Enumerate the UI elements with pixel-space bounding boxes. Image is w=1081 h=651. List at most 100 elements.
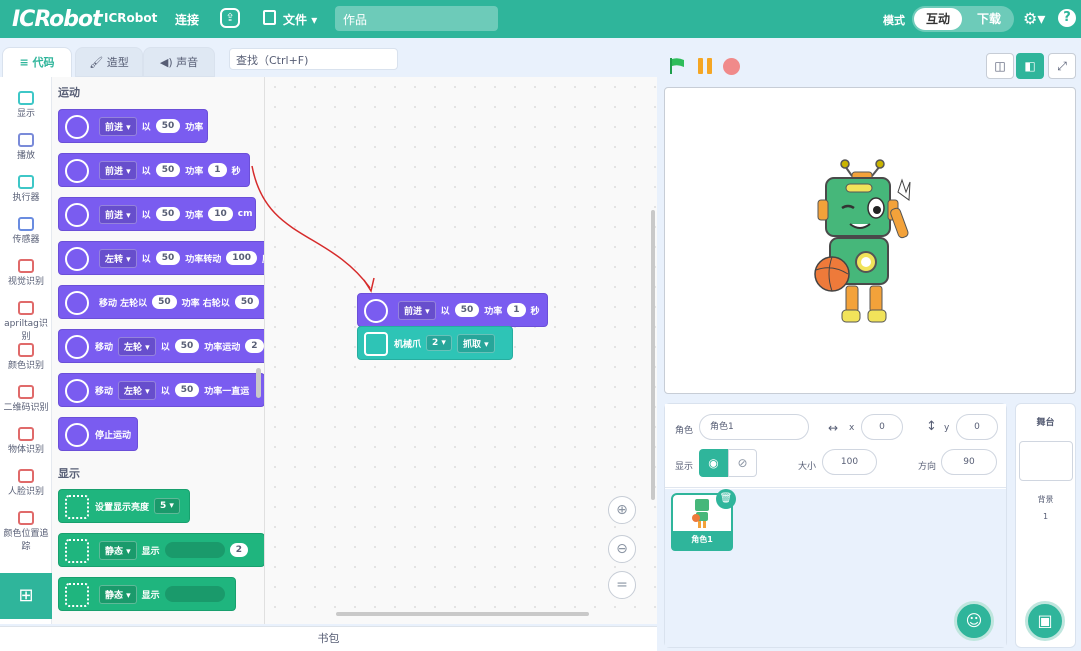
add-extension-button[interactable]: ⊞ (0, 573, 52, 619)
brightness-dropdown[interactable]: 5 ▾ (154, 498, 180, 514)
time-input[interactable]: 1 (507, 303, 526, 317)
time-input[interactable]: 1 (208, 163, 227, 177)
block-move-wheel-run[interactable]: 移动 左轮 ▾ 以 50 功率运动 2 (58, 329, 264, 363)
zoom-in-icon[interactable]: ⊕ (608, 496, 636, 524)
power-input[interactable]: 50 (155, 207, 181, 221)
power-input[interactable]: 50 (174, 383, 200, 397)
block-text: 移动 (95, 342, 114, 353)
mode-download-button[interactable]: 下载 (966, 8, 1012, 30)
x-input[interactable]: 0 (861, 414, 903, 440)
tab-sound[interactable]: ◀) 声音 (143, 47, 215, 77)
fullscreen-icon[interactable]: ⤢ (1048, 53, 1076, 79)
pattern-dropdown[interactable] (164, 586, 225, 602)
search-input[interactable]: 查找（Ctrl+F) (229, 48, 398, 70)
settings-gear-icon[interactable]: ⚙▾ (1023, 9, 1045, 28)
backdrop-label: 背景 (1037, 495, 1054, 504)
file-menu[interactable]: 文件 ▾ (283, 11, 317, 28)
category-color-track[interactable]: 颜色位置追踪 (0, 511, 51, 552)
stage[interactable] (664, 87, 1076, 394)
tab-costume[interactable]: 🖌 造型 (75, 47, 143, 77)
wheel-dropdown[interactable]: 左轮 ▾ (118, 380, 156, 400)
pause-icon[interactable] (697, 58, 713, 74)
category-object[interactable]: 物体识别 (0, 427, 51, 455)
distance-input[interactable]: 10 (208, 207, 233, 221)
direction-dropdown[interactable]: 前进 ▾ (99, 160, 137, 180)
show-eye-icon[interactable]: ◉ (699, 449, 728, 477)
palette-scrollbar[interactable] (256, 368, 261, 398)
robot-sprite[interactable] (810, 152, 920, 332)
workspace-block-move[interactable]: 前进 ▾ 以 50 功率 1 秒 (357, 293, 548, 327)
block-text: 功率运动 (204, 342, 241, 353)
hide-eye-icon[interactable]: ⊘ (728, 449, 757, 477)
delete-sprite-icon[interactable]: 🗑 (716, 489, 736, 509)
category-vision[interactable]: 视觉识别 (0, 259, 51, 287)
power-input[interactable]: 50 (174, 339, 200, 353)
workspace-h-scrollbar[interactable] (336, 612, 589, 616)
add-sprite-icon[interactable]: ☺ (954, 601, 994, 641)
block-text: 停止运动 (95, 430, 132, 441)
stop-icon[interactable] (723, 58, 740, 75)
block-move-forward-seconds[interactable]: 前进 ▾ 以 50 功率 1 秒 (58, 153, 250, 187)
value-input[interactable]: 2 (229, 543, 248, 557)
connect-menu[interactable]: 连接 (175, 11, 199, 28)
wheel-dropdown[interactable]: 左轮 ▾ (118, 336, 156, 356)
robot-icon (18, 217, 34, 231)
small-stage-icon[interactable]: ◫ (986, 53, 1014, 79)
block-move-wheel-forever[interactable]: 移动 左轮 ▾ 以 50 功率一直运 (58, 373, 264, 407)
add-backdrop-icon[interactable]: ▣ (1025, 601, 1065, 641)
direction-dropdown[interactable]: 前进 ▾ (99, 204, 137, 224)
brand-menu[interactable]: ICRobot (104, 11, 157, 25)
workspace-v-scrollbar[interactable] (651, 210, 655, 500)
block-set-brightness[interactable]: 设置显示亮度 5 ▾ (58, 489, 190, 523)
block-move-forward[interactable]: 前进 ▾ 以 50 功率 (58, 109, 208, 143)
workspace-block-claw[interactable]: 机械爪 2 ▾ 抓取 ▾ (357, 326, 513, 360)
zoom-reset-icon[interactable]: = (608, 571, 636, 599)
mode-dropdown[interactable]: 静态 ▾ (99, 540, 137, 560)
block-display-static[interactable]: 静态 ▾ 显示 2 (58, 533, 264, 567)
block-text: 功率 右轮以 (181, 298, 230, 309)
upload-icon[interactable]: ⇪ (220, 8, 240, 28)
backdrop-thumbnail[interactable] (1019, 441, 1073, 481)
category-sensor[interactable]: 传感器 (0, 217, 51, 245)
power-input[interactable]: 50 (155, 251, 181, 265)
backpack[interactable]: 书包 (0, 626, 657, 651)
duration-input[interactable]: 2 (245, 339, 264, 353)
mode-dropdown[interactable]: 静态 ▾ (99, 584, 137, 604)
power-input[interactable]: 50 (155, 119, 181, 133)
category-play[interactable]: 播放 (0, 133, 51, 161)
block-stop[interactable]: 停止运动 (58, 417, 138, 451)
tab-code[interactable]: ≡ 代码 (2, 47, 72, 77)
category-actuator[interactable]: 执行器 (0, 175, 51, 203)
block-turn[interactable]: 左转 ▾ 以 50 功率转动 100 度 (58, 241, 264, 275)
y-input[interactable]: 0 (956, 414, 998, 440)
size-input[interactable]: 100 (822, 449, 877, 475)
sprite-name-input[interactable]: 角色1 (699, 414, 809, 440)
category-display[interactable]: 显示 (0, 91, 51, 119)
claw-action-dropdown[interactable]: 抓取 ▾ (456, 333, 495, 353)
green-flag-icon[interactable] (668, 57, 686, 75)
category-qrcode[interactable]: 二维码识别 (0, 385, 51, 413)
project-name-input[interactable]: 作品 (335, 6, 498, 31)
pattern-dropdown[interactable] (164, 542, 225, 558)
block-display-static-2[interactable]: 静态 ▾ 显示 (58, 577, 236, 611)
block-text: 设置显示亮度 (95, 502, 150, 513)
category-apriltag[interactable]: apriltag识别 (0, 301, 51, 342)
block-move-wheels[interactable]: 移动 左轮以 50 功率 右轮以 50 功 (58, 285, 264, 319)
robot-icon (18, 301, 34, 315)
mode-interactive-button[interactable]: 互动 (914, 8, 962, 30)
normal-stage-icon[interactable]: ◧ (1016, 53, 1044, 79)
category-color[interactable]: 颜色识别 (0, 343, 51, 371)
direction-dropdown[interactable]: 前进 ▾ (99, 116, 137, 136)
zoom-out-icon[interactable]: ⊖ (608, 535, 636, 563)
left-power-input[interactable]: 50 (152, 295, 177, 309)
turn-dropdown[interactable]: 左转 ▾ (99, 248, 137, 268)
power-input[interactable]: 50 (155, 163, 181, 177)
direction-input[interactable]: 90 (941, 449, 997, 475)
claw-number-dropdown[interactable]: 2 ▾ (426, 335, 452, 351)
category-face[interactable]: 人脸识别 (0, 469, 51, 497)
power-input[interactable]: 50 (454, 303, 480, 317)
direction-dropdown[interactable]: 前进 ▾ (398, 300, 436, 320)
block-text: 机械爪 (394, 339, 422, 350)
block-move-forward-cm[interactable]: 前进 ▾ 以 50 功率 10 cm (58, 197, 256, 231)
help-icon[interactable]: ? (1058, 9, 1076, 27)
